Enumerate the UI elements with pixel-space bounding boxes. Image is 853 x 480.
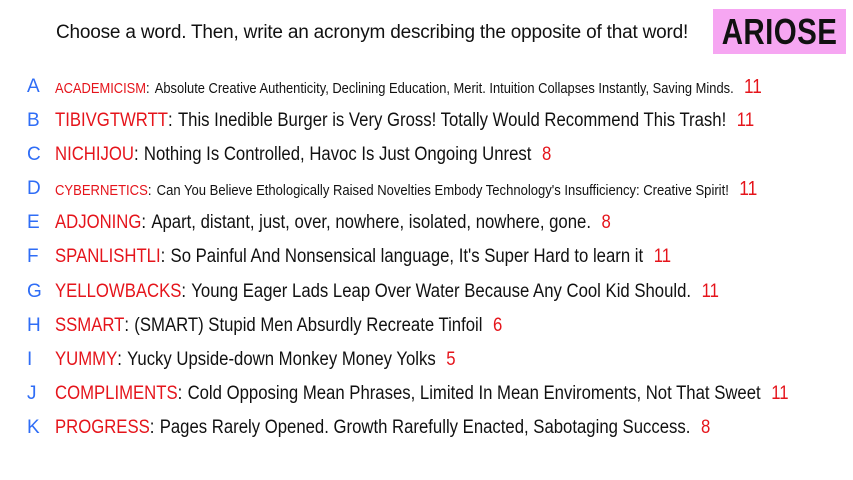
entry-count: 11 (653, 246, 672, 267)
entry-content: YELLOWBACKS : Young Eager Lads Leap Over… (55, 281, 719, 303)
entry-acronym: This Inedible Burger is Very Gross! Tota… (177, 110, 727, 131)
entry-letter: G (27, 281, 42, 302)
entry-count: 8 (541, 144, 552, 165)
entry-letter: K (27, 417, 40, 438)
entry-separator: : (168, 110, 173, 131)
entry-content: PROGRESS : Pages Rarely Opened. Growth R… (55, 417, 710, 439)
entry-separator: : (177, 383, 183, 404)
entry-letter: B (27, 110, 40, 131)
entry-acronym: Pages Rarely Opened. Growth Rarefully En… (159, 417, 691, 438)
entry-letter: A (27, 76, 40, 97)
entry-content: SPANLISHTLI : So Painful And Nonsensical… (55, 246, 671, 268)
brand-title: ARIOSE (721, 10, 838, 52)
entry-word: SPANLISHTLI (55, 246, 161, 267)
entry-count: 11 (701, 281, 719, 302)
entry-letter: H (27, 315, 41, 336)
entry-acronym: So Painful And Nonsensical language, It'… (170, 246, 644, 267)
entry-count: 6 (493, 315, 503, 336)
entry-letter: E (27, 212, 40, 233)
prompt-text: Choose a word. Then, write an acronym de… (56, 22, 689, 43)
entry-letter: F (27, 246, 39, 267)
entry-separator: : (141, 212, 147, 233)
entry-acronym: Nothing Is Controlled, Havoc Is Just Ong… (143, 144, 532, 165)
entry-separator: : (133, 144, 139, 165)
entry-word: PROGRESS (55, 417, 150, 438)
entry-separator: : (149, 417, 155, 438)
entry-content: TIBIVGTWRTT : This Inedible Burger is Ve… (55, 110, 754, 132)
entry-letter: I (27, 349, 33, 370)
entry-acronym: Apart, distant, just, over, nowhere, iso… (151, 212, 591, 233)
entry-acronym: Young Eager Lads Leap Over Water Because… (191, 281, 692, 302)
entry-word: YELLOWBACKS (55, 281, 182, 302)
entry-count: 11 (739, 177, 758, 200)
entry-separator: : (160, 246, 166, 267)
entry-word: YUMMY (55, 349, 118, 370)
entry-content: SSMART : (SMART) Stupid Men Absurdly Rec… (55, 315, 502, 337)
entry-content: COMPLIMENTS : Cold Opposing Mean Phrases… (55, 383, 789, 405)
entry-content: ADJONING : Apart, distant, just, over, n… (55, 212, 611, 234)
entry-separator: : (124, 315, 130, 336)
entry-word: CYBERNETICS (55, 181, 148, 199)
entry-acronym: Can You Believe Ethologically Raised Nov… (156, 181, 729, 199)
entry-count: 11 (771, 383, 789, 404)
entry-content: YUMMY : Yucky Upside-down Monkey Money Y… (55, 349, 456, 371)
entry-separator: : (146, 79, 150, 97)
entry-count: 8 (601, 212, 611, 233)
entry-letter: C (27, 144, 41, 165)
entry-content: CYBERNETICS : Can You Believe Ethologica… (55, 178, 757, 201)
entry-separator: : (147, 181, 152, 199)
entry-count: 11 (743, 75, 762, 98)
entry-acronym: Cold Opposing Mean Phrases, Limited In M… (187, 383, 761, 404)
entry-content: NICHIJOU : Nothing Is Controlled, Havoc … (55, 144, 551, 166)
entry-word: ADJONING (55, 212, 142, 233)
entry-word: ACADEMICISM (55, 79, 147, 97)
entry-word: TIBIVGTWRTT (55, 110, 169, 131)
entry-acronym: Absolute Creative Authenticity, Declinin… (154, 79, 734, 97)
brand-badge: ARIOSE (713, 9, 846, 54)
entry-acronym: Yucky Upside-down Monkey Money Yolks (127, 349, 436, 370)
entry-count: 5 (446, 349, 456, 370)
entry-separator: : (117, 349, 122, 370)
entry-word: NICHIJOU (55, 144, 134, 165)
entry-content: ACADEMICISM : Absolute Creative Authenti… (55, 76, 762, 99)
entry-word: COMPLIMENTS (55, 383, 178, 404)
entry-count: 11 (736, 110, 755, 131)
entry-letter: D (27, 178, 41, 199)
entry-letter: J (27, 383, 37, 404)
entry-word: SSMART (55, 315, 125, 336)
entry-count: 8 (700, 417, 711, 438)
entry-acronym: (SMART) Stupid Men Absurdly Recreate Tin… (134, 315, 483, 336)
entry-separator: : (181, 281, 187, 302)
